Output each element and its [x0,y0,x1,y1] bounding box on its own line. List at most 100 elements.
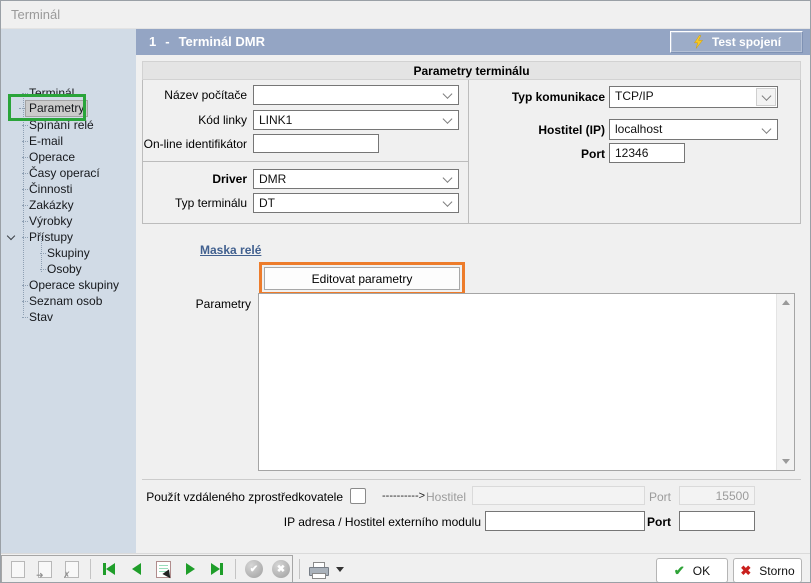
sidebar-item-skupiny[interactable]: Skupiny [47,246,90,261]
import-record-icon: ➜ [38,561,52,578]
port-input[interactable] [609,143,685,163]
chevron-down-icon[interactable] [7,232,15,240]
browse-records-icon [156,561,171,578]
test-connection-button[interactable]: Test spojení [670,31,803,53]
cancel-icon: ✖ [272,560,290,578]
remote-port-label: Port [621,490,671,504]
terminal-type-combobox[interactable]: DT [253,193,459,213]
window-title-bar[interactable]: Terminál [1,1,811,29]
communication-type-label: Typ komunikace [461,90,605,104]
external-module-port-label: Port [621,515,671,529]
first-record-button[interactable] [98,558,120,580]
storno-button[interactable]: ✖ Storno [733,558,802,583]
computer-name-combobox[interactable] [253,85,459,105]
sidebar-item-operace-skupiny[interactable]: Operace skupiny [29,278,119,293]
confirm-icon: ✔ [245,560,263,578]
scroll-up-icon[interactable] [782,300,790,305]
sidebar-item-email[interactable]: E-mail [29,134,63,149]
group-divider-horizontal [142,161,468,162]
terminal-type-label: Typ terminálu [101,196,247,210]
record-dash: - [165,34,169,49]
toolbar-separator [235,559,236,579]
record-number: 1 [149,34,156,49]
line-code-label: Kód linky [101,113,247,127]
sidebar-item-seznam-osob[interactable]: Seznam osob [29,294,102,309]
last-record-button[interactable] [206,558,228,580]
bottom-bar: ➜ ✗ ✔ ✖ ✔ OK ✖ Storno [1,553,811,583]
printer-icon [309,562,327,577]
sidebar-item-casy-operaci[interactable]: Časy operací [29,166,100,181]
group-border-right [800,80,801,223]
host-ip-value: localhost [615,122,662,136]
sidebar-item-vyrobky[interactable]: Výrobky [29,214,72,229]
test-connection-label: Test spojení [712,29,781,55]
chevron-down-icon [762,91,772,101]
record-toolbar: ➜ ✗ ✔ ✖ [1,555,293,583]
computer-name-label: Název počítače [101,88,247,102]
driver-value: DMR [259,172,286,186]
terminal-window: Terminál Terminál Parametry Spínání relé… [0,0,811,583]
ok-button[interactable]: ✔ OK [656,558,728,583]
chevron-down-icon [443,173,453,183]
next-record-button[interactable] [179,558,201,580]
import-record-button[interactable]: ➜ [34,558,56,580]
sidebar-item-parametry[interactable]: Parametry [26,101,87,116]
line-code-value: LINK1 [259,113,292,127]
online-identifier-label: On-line identifikátor [101,137,247,151]
previous-record-button[interactable] [125,558,147,580]
external-module-port-input[interactable] [679,511,755,531]
remote-host-input [472,486,645,505]
edit-parameters-button[interactable]: Editovat parametry [264,267,460,290]
sidebar-item-zakazky[interactable]: Zakázky [29,198,74,213]
print-button[interactable] [307,558,329,580]
relay-mask-link[interactable]: Maska relé [200,243,261,257]
new-record-icon [11,561,25,578]
sidebar-item-spinani-rele[interactable]: Spínání relé [29,118,94,133]
sidebar-item-osoby[interactable]: Osoby [47,262,82,277]
delete-record-button[interactable]: ✗ [61,558,83,580]
scroll-down-icon[interactable] [782,459,790,464]
bottom-separator [142,479,801,480]
remote-port-input [679,486,755,505]
record-header: 1-Terminál DMR Test spojení [136,29,811,55]
next-record-icon [186,563,195,575]
last-record-icon [211,563,220,575]
lightning-icon [692,35,705,49]
host-ip-combobox[interactable]: localhost [609,119,778,140]
browse-records-button[interactable] [152,558,174,580]
parameters-label: Parametry [141,297,251,311]
section-title: Parametry terminálu [142,61,801,80]
combobox-dropdown-button[interactable] [756,88,776,106]
print-options-button[interactable] [334,558,346,580]
cancel-button[interactable]: ✖ [270,558,292,580]
chevron-down-icon [762,124,772,134]
ok-label: OK [693,564,710,578]
vertical-scrollbar[interactable] [776,294,794,470]
sidebar-item-operace[interactable]: Operace [29,150,75,165]
chevron-down-icon [443,114,453,124]
toolbar-separator [299,559,300,579]
host-ip-label: Hostitel (IP) [461,123,605,137]
confirm-button[interactable]: ✔ [243,558,265,580]
chevron-down-icon [443,197,453,207]
parameters-textarea[interactable] [258,293,795,471]
sidebar-item-cinnosti[interactable]: Činnosti [29,182,72,197]
online-identifier-input[interactable] [253,134,379,153]
new-record-button[interactable] [7,558,29,580]
sidebar-item-stav[interactable]: Stav [29,310,53,325]
sidebar-item-terminal[interactable]: Terminál [29,86,74,101]
communication-type-combobox[interactable]: TCP/IP [609,86,778,108]
storno-label: Storno [759,564,794,578]
use-remote-broker-checkbox[interactable] [350,488,366,504]
external-module-host-label: IP adresa / Hostitel externího modulu [241,515,481,529]
sidebar-item-pristupy[interactable]: Přístupy [29,230,73,245]
use-remote-broker-label: Použít vzdáleného zprostředkovatele [121,490,343,504]
line-code-combobox[interactable]: LINK1 [253,110,459,130]
check-icon: ✔ [674,563,685,579]
window-title: Terminál [11,7,60,22]
delete-record-icon: ✗ [65,561,79,578]
driver-combobox[interactable]: DMR [253,169,459,189]
last-record-icon [220,563,223,575]
group-border-bottom [142,223,801,224]
previous-record-icon [132,563,141,575]
